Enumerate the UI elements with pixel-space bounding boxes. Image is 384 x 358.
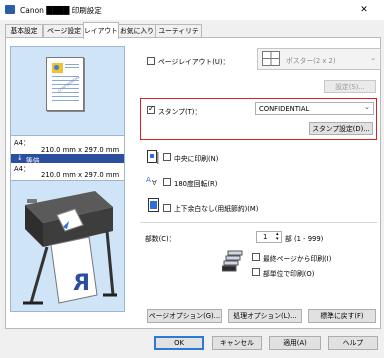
- text-line: [65, 64, 79, 65]
- printer-illustration: [23, 191, 117, 305]
- borderless-label: 上下余白なし(用紙節約)(M): [174, 205, 259, 213]
- page-layout-label: ページレイアウト(U)：: [158, 58, 230, 66]
- collate-stack-icon: [222, 250, 243, 272]
- output-paper-label: A4：: [14, 165, 30, 173]
- copies-stepper[interactable]: 1 ▴ ▾: [256, 231, 282, 243]
- chevron-down-icon: ⌄: [364, 103, 370, 111]
- borderless-checkbox[interactable]: [163, 204, 171, 212]
- center-print-label: 中央に印刷(N): [174, 155, 219, 163]
- stamp-checkbox[interactable]: [147, 104, 155, 114]
- arrow-down-icon: ↓: [17, 154, 23, 162]
- input-paper-size: 210.0 mm x 297.0 mm: [41, 146, 120, 154]
- spin-down-icon[interactable]: ▾: [276, 236, 279, 242]
- collate-checkbox[interactable]: [252, 268, 260, 276]
- tab-utility[interactable]: ユーティリティ: [155, 24, 202, 48]
- reverse-order-checkbox[interactable]: [252, 253, 260, 261]
- paper-info-box: A4： 210.0 mm x 297.0 mm ↓ 等倍 A4： 210.0 m…: [11, 135, 124, 181]
- stamp-dropdown[interactable]: CONFIDENTIAL ⌄: [255, 102, 374, 115]
- divider: [140, 222, 377, 223]
- window-title: Canon ████ 印刷設定: [20, 6, 102, 15]
- text-line: [52, 100, 79, 101]
- text-line: [52, 92, 79, 93]
- help-button[interactable]: ヘルプ: [328, 336, 378, 350]
- apply-button[interactable]: 適用(A): [269, 336, 321, 350]
- page-layout-dropdown[interactable]: ポスター(2 x 2) ⌄: [257, 48, 381, 70]
- image-dot-icon: [54, 65, 59, 70]
- preview-area: CONFIDENTIAL A4： 210.0 mm x 297.0 mm ↓ 等…: [10, 46, 125, 312]
- ok-button[interactable]: OK: [154, 336, 204, 350]
- stamp-value: CONFIDENTIAL: [259, 105, 310, 113]
- restore-defaults-button[interactable]: 標準に戻す(F): [308, 309, 376, 323]
- scale-row: ↓ 等倍: [11, 154, 124, 165]
- page-layout-value: ポスター(2 x 2): [286, 57, 336, 65]
- tab-page-setup[interactable]: ページ設定: [43, 24, 85, 38]
- rotate-180-icon: A A: [146, 176, 157, 186]
- center-print-icon: [147, 150, 159, 164]
- layout-panel: CONFIDENTIAL A4： 210.0 mm x 297.0 mm ↓ 等…: [5, 37, 381, 329]
- page-options-button[interactable]: ページオプション(G)...: [147, 309, 222, 323]
- poster-layout-icon: [262, 51, 280, 66]
- stamp-label: スタンプ(T)：: [158, 108, 202, 116]
- rotate-180-label: 180度回転(R): [174, 180, 218, 188]
- chevron-down-icon: ⌄: [370, 54, 376, 62]
- tab-layout[interactable]: レイアウト: [83, 22, 119, 39]
- text-line: [65, 67, 79, 68]
- copies-label: 部数(C)：: [145, 235, 176, 243]
- output-paper-size: 210.0 mm x 297.0 mm: [41, 171, 120, 179]
- printer-app-icon: [5, 5, 15, 14]
- borderless-icon: [148, 198, 159, 212]
- layout-settings-button[interactable]: 設定(S)...: [324, 80, 376, 93]
- close-button[interactable]: ✕: [346, 2, 382, 18]
- cancel-button[interactable]: キャンセル: [212, 336, 262, 350]
- reverse-order-label: 最終ページから印刷(I): [263, 255, 332, 263]
- copies-range: 部 (1 - 999): [285, 235, 324, 243]
- input-paper-label: A4：: [14, 139, 30, 147]
- page-layout-checkbox[interactable]: [147, 57, 155, 65]
- copies-value: 1: [263, 233, 268, 241]
- stamp-settings-button[interactable]: スタンプ設定(D)...: [309, 122, 373, 135]
- text-line: [52, 96, 79, 97]
- rotate-180-checkbox[interactable]: [163, 178, 171, 186]
- tab-favorites[interactable]: お気に入り: [118, 24, 156, 38]
- center-print-checkbox[interactable]: [163, 153, 171, 161]
- tab-basic[interactable]: 基本設定: [5, 24, 43, 38]
- title-bar: Canon ████ 印刷設定 ✕: [0, 0, 384, 20]
- collate-label: 部単位で印刷(O): [263, 270, 315, 278]
- page-preview-thumbnail: CONFIDENTIAL: [46, 57, 84, 111]
- mirrored-letter: R: [73, 271, 90, 296]
- process-options-button[interactable]: 処理オプション(L)...: [228, 309, 302, 323]
